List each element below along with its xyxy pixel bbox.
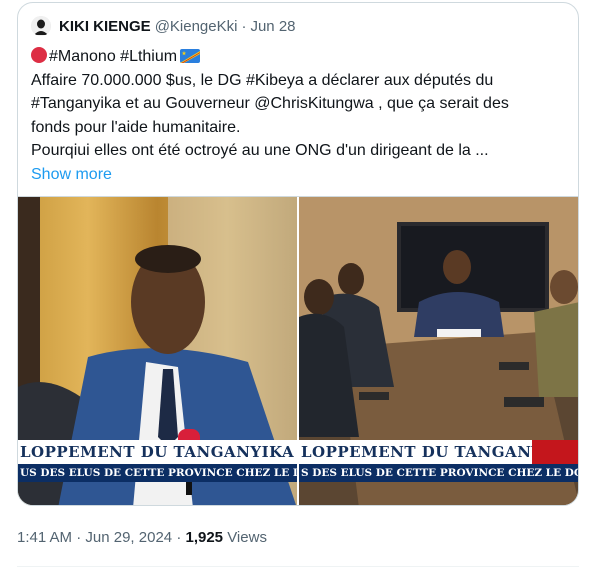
media-photo-left[interactable]: LOPPEMENT DU TANGANYIKA US DES ELUS DE C…	[18, 197, 297, 505]
tweet-full-date[interactable]: Jun 29, 2024	[85, 529, 172, 546]
tweet-line: #Tanganyika et au Gouverneur @ChrisKitun…	[31, 95, 509, 112]
meta-separator: ·	[176, 529, 182, 546]
divider	[17, 566, 579, 567]
views-count[interactable]: 1,925	[185, 529, 223, 546]
views-label: Views	[227, 529, 267, 546]
tweet-line: Affaire 70.000.000 $us, le DG #Kibeya a …	[31, 71, 494, 89]
tweet-line: Pourqiui elles ont été octroyé au une ON…	[31, 142, 489, 159]
news-ticker: US DES ELUS DE CETTE PROVINCE CHEZ LE DG…	[18, 464, 297, 482]
tweet-line-hashtags: #Manono #Lthium	[31, 45, 571, 69]
media-grid: LOPPEMENT DU TANGANYIKA US DES ELUS DE C…	[18, 196, 578, 505]
hashtags-text[interactable]: #Manono #Lthium	[49, 48, 177, 65]
news-banner-red-block	[532, 440, 578, 464]
meta-separator: ·	[76, 529, 82, 546]
tweet-meta: 1:41 AM · Jun 29, 2024 · 1,925 Views	[17, 529, 267, 546]
author-name[interactable]: KIKI KIENGE	[59, 18, 151, 35]
media-photo-right[interactable]: LOPPEMENT DU TANGANYIKA S DES ELUS DE CE…	[299, 197, 578, 505]
author-avatar[interactable]	[31, 16, 51, 36]
tweet-date[interactable]: Jun 28	[250, 18, 295, 35]
quoted-tweet-card[interactable]: KIKI KIENGE @KiengeKki · Jun 28 #Manono …	[17, 2, 579, 506]
show-more-link[interactable]: Show more	[31, 166, 112, 183]
tweet-text: #Manono #Lthium Affaire 70.000.000 $us, …	[31, 45, 571, 186]
separator-dot: ·	[241, 17, 247, 35]
tweet-line: fonds pour l'aide humanitaire.	[31, 118, 241, 136]
drc-flag-icon	[180, 49, 201, 63]
tweet-header: KIKI KIENGE @KiengeKki · Jun 28	[31, 15, 296, 37]
news-banner: LOPPEMENT DU TANGANYIKA	[18, 440, 297, 464]
author-handle[interactable]: @KiengeKki	[155, 18, 238, 35]
red-circle-icon	[31, 47, 47, 63]
news-ticker: S DES ELUS DE CETTE PROVINCE CHEZ LE DG …	[299, 464, 578, 482]
tweet-time[interactable]: 1:41 AM	[17, 529, 72, 546]
